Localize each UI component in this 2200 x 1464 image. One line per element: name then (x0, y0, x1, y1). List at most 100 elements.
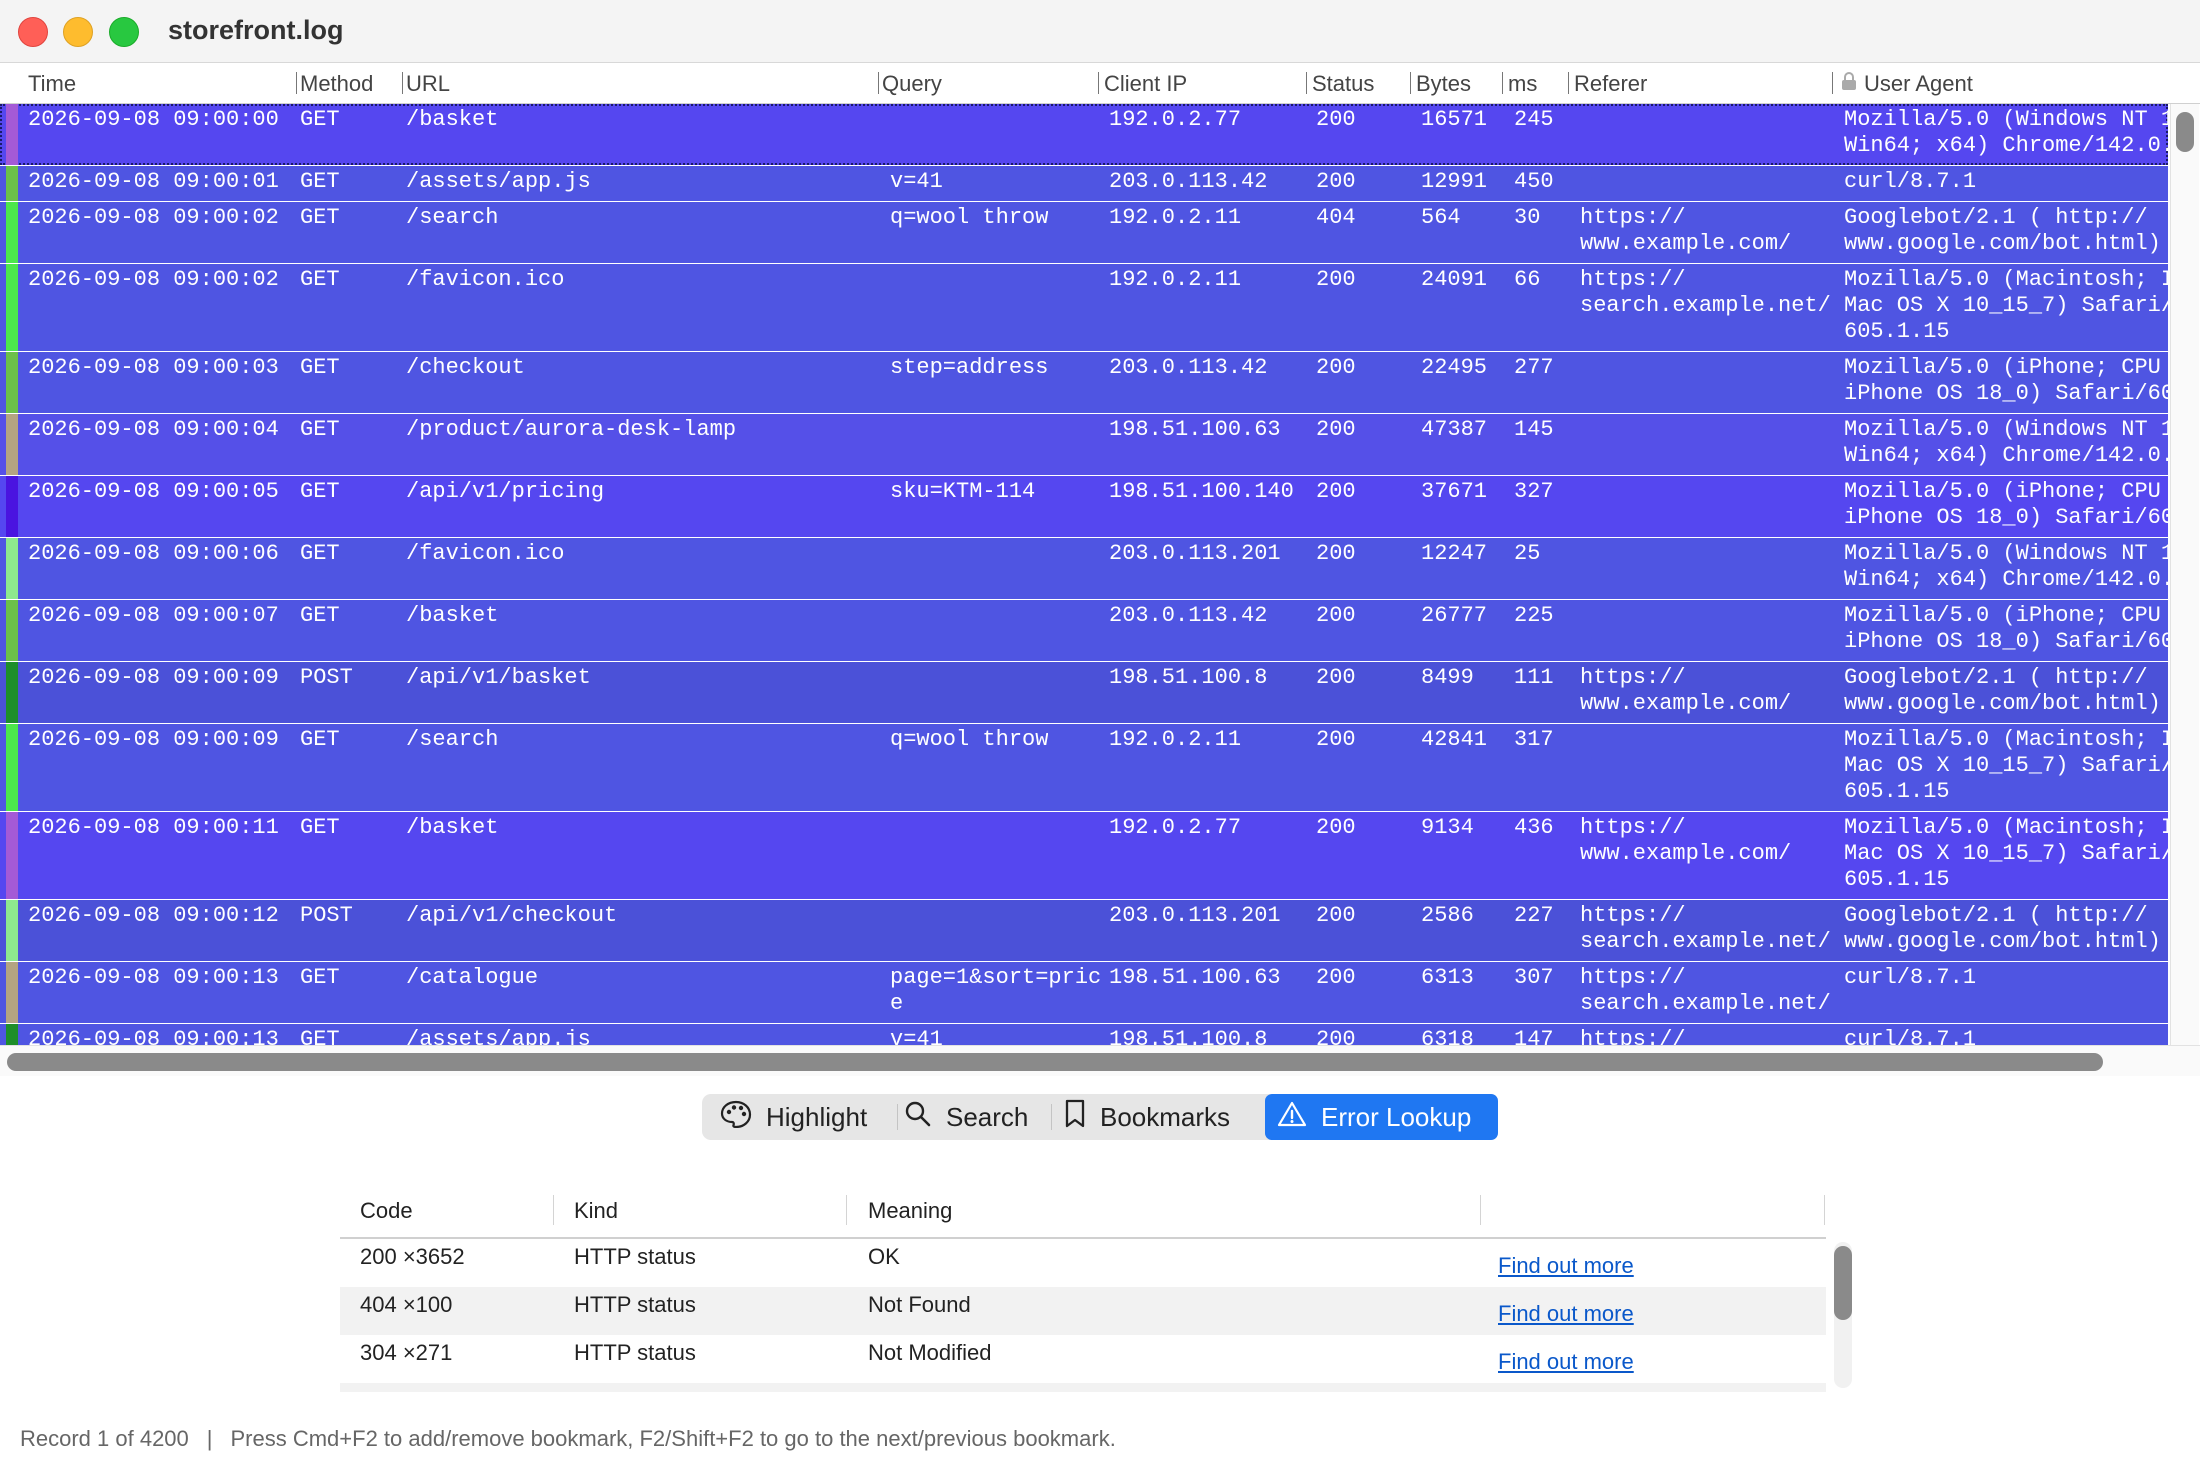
lookup-cell-code: 404 ×100 (360, 1292, 453, 1317)
log-row[interactable]: 2026-09-08 09:00:13 GET/catalogue page=1&s… (0, 962, 2168, 1023)
cell-ms: 25 (1514, 541, 1541, 566)
cell-method: GET (300, 541, 340, 566)
cell-query: v=41 (890, 169, 943, 194)
cell-time: 2026-09-08 09:00:05 (28, 479, 279, 504)
record-counter: Record 1 of 4200 (20, 1426, 189, 1451)
row-color-marker (6, 962, 18, 1023)
find-out-more-link[interactable]: Find out more (1498, 1349, 1634, 1375)
column-header-label: User Agent (1864, 71, 1973, 96)
column-header-user-agent[interactable]: User Agent (1842, 71, 1973, 97)
cell-bytes: 564 (1421, 205, 1461, 230)
tab-highlight[interactable]: Highlight (710, 1094, 900, 1140)
log-row[interactable]: 2026-09-08 09:00:06 GET/favicon.ico 203.0.… (0, 538, 2168, 599)
row-color-marker (6, 414, 18, 475)
cell-status: 200 (1316, 1027, 1356, 1045)
cell-query: q=wool throw (890, 205, 1049, 230)
log-row[interactable]: 2026-09-08 09:00:01 GET/assets/app.js v=41… (0, 166, 2168, 201)
log-row[interactable]: 2026-09-08 09:00:12 POST/api/v1/checkout 2… (0, 900, 2168, 961)
cell-bytes: 9134 (1421, 815, 1474, 840)
find-out-more-link[interactable]: Find out more (1498, 1253, 1634, 1279)
column-resize-handle[interactable] (1410, 72, 1411, 94)
lookup-vertical-scrollbar[interactable] (1834, 1242, 1852, 1388)
column-header-time[interactable]: Time (28, 71, 76, 97)
column-header-label: URL (406, 71, 451, 96)
column-header-kind[interactable]: Kind (574, 1198, 618, 1224)
lookup-cell-code: 304 ×271 (360, 1340, 453, 1365)
cell-url: /favicon.ico (406, 267, 565, 292)
lookup-cell-meaning: Not Found (868, 1292, 971, 1317)
log-row[interactable]: 2026-09-08 09:00:04 GET/product/aurora-de… (0, 414, 2168, 475)
column-header-client-ip[interactable]: Client IP (1104, 71, 1187, 97)
cell-client-ip: 192.0.2.11 (1109, 727, 1242, 752)
log-row[interactable]: 2026-09-08 09:00:09 POST/api/v1/basket 198… (0, 662, 2168, 723)
cell-client-ip: 198.51.100.140 (1109, 479, 1294, 504)
bookmark-hint: Press Cmd+F2 to add/remove bookmark, F2/… (230, 1426, 1116, 1451)
cell-url: /catalogue (406, 965, 539, 990)
column-resize-handle[interactable] (1832, 72, 1833, 94)
log-row[interactable]: 2026-09-08 09:00:02 GET/favicon.ico 192.0.… (0, 264, 2168, 351)
cell-status: 200 (1316, 479, 1356, 504)
column-header-url[interactable]: URL (406, 71, 450, 97)
lookup-row[interactable]: 304 ×271 HTTP status Not Modified Find out … (340, 1335, 1826, 1383)
column-header-bytes[interactable]: Bytes (1416, 71, 1471, 97)
column-header-code[interactable]: Code (360, 1198, 413, 1224)
tab-highlight-label: Highlight (766, 1101, 868, 1132)
magnifier-icon (904, 1100, 932, 1135)
log-vertical-scrollbar[interactable] (2170, 104, 2199, 1045)
error-lookup-header: Code Kind Meaning (340, 1186, 1826, 1239)
log-row[interactable]: 2026-09-08 09:00:00 GET/basket 192.0.2.77 2… (0, 104, 2168, 165)
lookup-row[interactable]: 404 ×100 HTTP status Not Found Find out mor… (340, 1287, 1826, 1335)
cell-ms: 436 (1514, 815, 1554, 840)
cell-ms: 277 (1514, 355, 1554, 380)
log-horizontal-scrollbar[interactable] (0, 1045, 2200, 1076)
log-vertical-scroll-thumb[interactable] (2176, 112, 2194, 152)
zoom-window-button[interactable] (109, 17, 139, 47)
column-resize-handle[interactable] (296, 72, 297, 94)
title-bar: storefront.log (0, 0, 2200, 63)
log-row[interactable]: 2026-09-08 09:00:03 GET/checkout step=addr… (0, 352, 2168, 413)
column-header-method[interactable]: Method (300, 71, 373, 97)
cell-time: 2026-09-08 09:00:11 (28, 815, 279, 840)
column-resize-handle[interactable] (402, 72, 403, 94)
column-resize-handle[interactable] (1098, 72, 1099, 94)
column-header-referer[interactable]: Referer (1574, 71, 1647, 97)
log-table-body[interactable]: 2026-09-08 09:00:00 GET/basket 192.0.2.77 2… (0, 104, 2168, 1045)
log-row[interactable]: 2026-09-08 09:00:07 GET/basket 203.0.113.4… (0, 600, 2168, 661)
column-header-meaning[interactable]: Meaning (868, 1198, 952, 1224)
tab-search[interactable]: Search (904, 1094, 1044, 1140)
row-color-marker (6, 600, 18, 661)
tab-separator (1051, 1104, 1052, 1130)
log-row[interactable]: 2026-09-08 09:00:02 GET/search q=wool thro… (0, 202, 2168, 263)
log-row[interactable]: 2026-09-08 09:00:05 GET/api/v1/pricing sku… (0, 476, 2168, 537)
cell-time: 2026-09-08 09:00:02 (28, 267, 279, 292)
row-color-marker (6, 900, 18, 961)
lookup-row[interactable]: 401 ×80HTTP statusUnauthorizedFind out m… (340, 1383, 1826, 1392)
lookup-row[interactable]: 200 ×3652 HTTP status OK Find out more (340, 1239, 1826, 1287)
cell-url: /product/aurora-desk-lamp (406, 417, 737, 442)
column-resize-handle[interactable] (1502, 72, 1503, 94)
column-resize-handle[interactable] (878, 72, 879, 94)
column-header-status[interactable]: Status (1312, 71, 1374, 97)
cell-user-agent: curl/8.7.1 (1844, 965, 1977, 990)
tab-bookmarks[interactable]: Bookmarks (1064, 1094, 1244, 1140)
column-resize-handle[interactable] (1306, 72, 1307, 94)
cell-user-agent: Mozilla/5.0 (iPhone; CPU iPhone OS 18_0)… (1844, 479, 2168, 530)
close-window-button[interactable] (18, 17, 48, 47)
lookup-scroll-thumb[interactable] (1834, 1246, 1852, 1320)
log-row[interactable]: 2026-09-08 09:00:13 GET/assets/app.js v=41… (0, 1024, 2168, 1045)
cell-user-agent: Mozilla/5.0 (Macintosh; I Mac OS X 10_15… (1844, 267, 2168, 344)
cell-time: 2026-09-08 09:00:06 (28, 541, 279, 566)
find-out-more-link[interactable]: Find out more (1498, 1301, 1634, 1327)
log-row[interactable]: 2026-09-08 09:00:09 GET/search q=wool thro… (0, 724, 2168, 811)
cell-bytes: 47387 (1421, 417, 1488, 442)
log-horizontal-scroll-thumb[interactable] (7, 1053, 2103, 1071)
tab-error-lookup[interactable]: Error Lookup (1265, 1094, 1498, 1140)
column-header-query[interactable]: Query (882, 71, 942, 97)
cell-bytes: 24091 (1421, 267, 1488, 292)
minimize-window-button[interactable] (63, 17, 93, 47)
column-header-ms[interactable]: ms (1508, 71, 1537, 97)
column-separator (846, 1195, 847, 1225)
column-resize-handle[interactable] (1568, 72, 1569, 94)
lookup-cell-kind: HTTP status (574, 1244, 696, 1269)
log-row[interactable]: 2026-09-08 09:00:11 GET/basket 192.0.2.77 2… (0, 812, 2168, 899)
